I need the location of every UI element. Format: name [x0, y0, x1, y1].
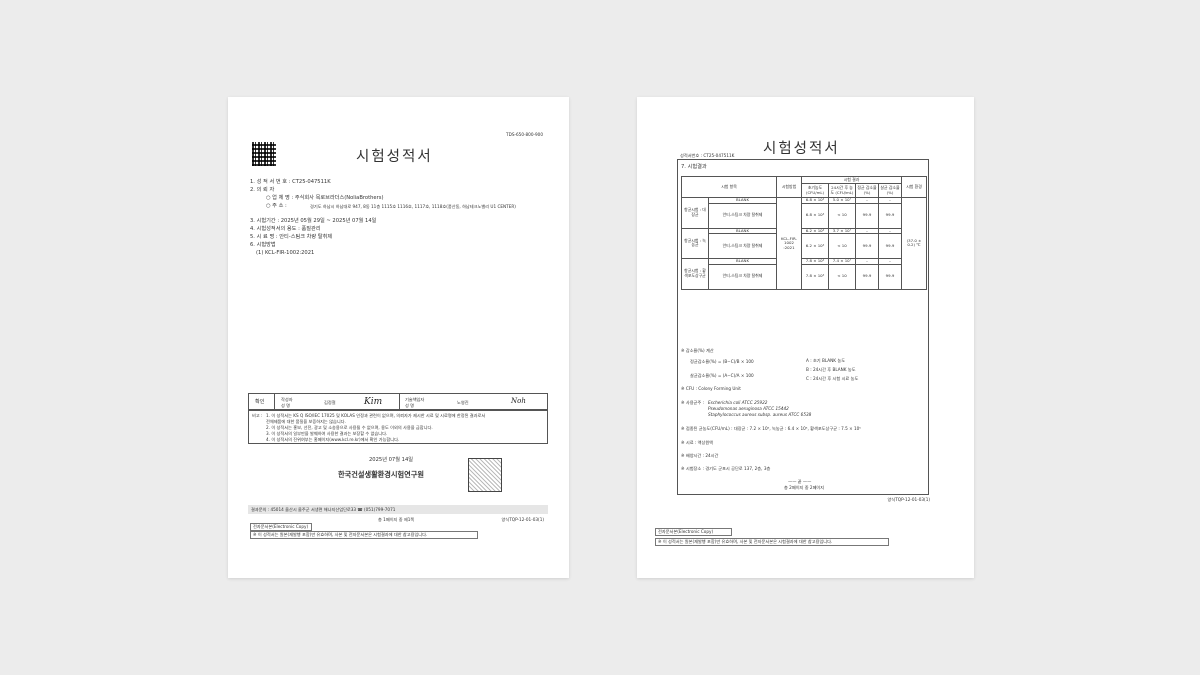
note-line: 전체제품에 대한 품질을 보증하지는 않습니다. — [266, 419, 346, 424]
page-title: 시험성적서 — [763, 141, 840, 157]
info-item: 6. 시험방법 — [250, 242, 276, 248]
inoculum-note: ※ 접종된 균농도(CFU/mL) : 대장균 : 7.2 × 10⁵, 녹농균… — [681, 426, 861, 431]
note-line: 3. 이 성적서의 일부만을 발췌하여 사용한 결과는 보장할 수 없습니다. — [266, 431, 388, 436]
approver-role: 기술책임자 — [405, 397, 425, 402]
qr-code-icon — [252, 142, 276, 166]
cell-env: (37.0 ± 0.2) ℃ — [901, 197, 927, 290]
cell-initial: 6.2 × 10⁴ — [801, 233, 829, 260]
page-number: 총 1페이지 중 제1쪽 — [378, 517, 415, 522]
info-item: ○ 주 소 : — [266, 203, 287, 209]
cell-initial: 7.8 × 10⁴ — [801, 263, 829, 290]
table-row: 안티-스팀크 차량 탈취제 7.8 × 10⁴ < 10 99.9 99.9 — [682, 263, 927, 290]
strain-ecoli: Escherichia coli ATCC 25922 — [708, 400, 768, 405]
cell-group: 항균시험 : 녹농균 — [681, 227, 709, 260]
info-item: 4. 시험성적서의 용도 : 품질관리 — [250, 226, 321, 232]
cell-static: 99.9 — [855, 263, 879, 290]
header-method: 시험방법 — [776, 176, 802, 198]
info-item: 3. 시험기간 : 2025년 05월 29일 ~ 2025년 07월 14일 — [250, 218, 377, 224]
address-value: 경기도 하남시 하남대로 947, 8동 11층 1115호 1116호, 11… — [310, 204, 516, 209]
approver-signature: Noh — [511, 397, 526, 405]
note-line: 2. 이 성적서는 홍보, 선전, 광고 및 소송용으로 사용될 수 없으며, … — [266, 425, 433, 430]
info-item: 1. 성 적 서 번 호 : CT25-047511K — [250, 179, 331, 185]
writer-name: 김정철 — [324, 400, 336, 405]
cell-static: 99.9 — [855, 202, 879, 229]
cell-sample: 안티-스팀크 차량 탈취제 — [708, 202, 777, 229]
institute-name: 한국건설생활환경시험연구원 — [338, 470, 424, 479]
header-initial: 초기농도 (CFU/mL) — [801, 183, 829, 198]
sample-note: ※ 시료 : 액상원액 — [681, 440, 714, 445]
report-number: 성적서번호 : CT25-047511K — [680, 153, 735, 158]
note-line: 4. 이 성적서의 진위여부는 홈페이지(www.kcl.re.kr)에서 확인… — [266, 437, 400, 442]
electronic-copy-note: ※ 이 성적서는 원본(재발행 포함)만 유효하며, 사본 및 전자문서본은 시… — [250, 531, 478, 539]
cell-group: 항균시험 : 대장균 — [681, 197, 709, 229]
header-after: 24시간 후 농도 (CFU/mL) — [828, 183, 856, 198]
table-row: 안티-스팀크 차량 탈취제 6.8 × 10⁴ < 10 99.9 99.9 — [682, 202, 927, 229]
cell-sample: 안티-스팀크 차량 탈취제 — [708, 263, 777, 290]
page-title: 시험성적서 — [356, 149, 433, 165]
formula-static: 정균감소율(%) = (B−C)/B × 100 — [690, 359, 754, 364]
info-item: (1) KCL-FIR-1002:2021 — [256, 250, 315, 256]
end-mark: —— 끝 —— — [788, 479, 812, 484]
cell-after: < 10 — [828, 233, 856, 260]
approver-name-label: 성 명 — [405, 403, 415, 408]
table-header-row: 시험 항목 시험방법 시험 결과 시험 환경 — [681, 175, 927, 198]
legend-c: C : 24시간 후 시험 시료 농도 — [806, 376, 859, 381]
formula-kill: 살균감소율(%) = (A−C)/A × 100 — [690, 373, 754, 378]
footer-bar: 결과문의 : 45014 울산시 울주군 서생면 해나지산업단로33 ☎ (05… — [248, 505, 548, 514]
info-item: 2. 의 뢰 자 — [250, 187, 275, 193]
writer-name-label: 성 명 — [281, 403, 291, 408]
confirm-box: 확인 작성자 성 명 김정철 Kim 기술책임자 성 명 노영진 Noh — [248, 393, 548, 410]
cell-group: 항균시험 : 황색포도상구균 — [681, 258, 709, 290]
doc-code: TDS-650-800-900 — [506, 132, 543, 137]
strain-staph: Staphylococcus aureus subsp. aureus ATCC… — [708, 412, 812, 417]
cell-kill: 99.9 — [878, 263, 902, 290]
issue-date: 2025년 07월 14일 — [369, 457, 414, 463]
report-page-1: TDS-650-800-900 시험성적서 1. 성 적 서 번 호 : CT2… — [228, 97, 569, 578]
strain-pseudomonas: Pseudomonas aeruginosa ATCC 15442 — [708, 406, 789, 411]
results-frame: 7. 시험결과 시험 항목 시험방법 시험 결과 시험 환경 초기농도 (CFU… — [677, 159, 929, 495]
notes-box: 비고 : 1. 이 성적서는 KS Q ISO/IEC 17025 및 KOLA… — [248, 410, 548, 444]
header-env: 시험 환경 — [901, 176, 927, 198]
cell-kill: 99.9 — [878, 233, 902, 260]
cell-method: KCL-FIR-1002 :2021 — [776, 197, 802, 290]
results-table: 시험 항목 시험방법 시험 결과 시험 환경 초기농도 (CFU/mL) 24시… — [681, 175, 927, 290]
note-line: 1. 이 성적서는 KS Q ISO/IEC 17025 및 KOLAS 인정과… — [266, 413, 486, 418]
strain-label: ※ 사용균주 : — [681, 400, 704, 405]
table-row: 안티-스팀크 차량 탈취제 6.2 × 10⁴ < 10 99.9 99.9 — [682, 233, 927, 260]
legend-a: A : 초기 BLANK 농도 — [806, 358, 846, 363]
electronic-copy-label: 전자문서본(Electronic Copy) — [250, 523, 312, 531]
info-item: 5. 시 료 명 : 안티-스팀크 차량 탈취제 — [250, 234, 333, 240]
form-number: 양식TQP-12-01-03(1) — [887, 497, 930, 502]
header-kill-rate: 살균 감소율 (%) — [878, 183, 902, 198]
cell-after: < 10 — [828, 263, 856, 290]
confirm-label: 확인 — [255, 399, 265, 405]
page-number: 총 2페이지 중 2페이지 — [784, 485, 825, 490]
time-note: ※ 배양시간 : 24시간 — [681, 453, 719, 458]
writer-role: 작성자 — [281, 397, 293, 402]
section-title: 7. 시험결과 — [681, 164, 707, 170]
cell-initial: 6.8 × 10⁴ — [801, 202, 829, 229]
electronic-copy-note: ※ 이 성적서는 원본(재발행 포함)만 유효하며, 사본 및 전자문서본은 시… — [655, 538, 889, 546]
cell-static: 99.9 — [855, 233, 879, 260]
writer-signature: Kim — [364, 397, 383, 407]
approver-name: 노영진 — [457, 400, 469, 405]
form-number: 양식TQP-12-01-03(1) — [501, 517, 544, 522]
official-seal-icon — [468, 458, 502, 492]
report-page-2: 시험성적서 성적서번호 : CT25-047511K 7. 시험결과 시험 항목… — [637, 97, 974, 578]
calc-title: ※ 감소율(%) 계산 — [681, 348, 714, 353]
legend-b: B : 24시간 후 BLANK 농도 — [806, 367, 856, 372]
footer-address: 결과문의 : 45014 울산시 울주군 서생면 해나지산업단로33 ☎ (05… — [251, 507, 396, 512]
cell-kill: 99.9 — [878, 202, 902, 229]
cell-sample: 안티-스팀크 차량 탈취제 — [708, 233, 777, 260]
header-result-group: 시험 결과 — [801, 175, 902, 185]
cell-after: < 10 — [828, 202, 856, 229]
cfu-note: ※ CFU : Colony Forming Unit — [681, 386, 741, 391]
header-static-rate: 정균 감소율 (%) — [855, 183, 879, 198]
electronic-copy-label: 전자문서본(Electronic Copy) — [655, 528, 732, 536]
info-item: ○ 업 체 명 : 주식회사 목로브라더스(NoliaBrothers) — [266, 195, 384, 201]
place-note: ※ 시험장소 : 경기도 군포시 공단로 137, 2층, 3층 — [681, 466, 771, 471]
notes-label: 비고 : — [252, 413, 263, 418]
header-item: 시험 항목 — [681, 176, 777, 198]
